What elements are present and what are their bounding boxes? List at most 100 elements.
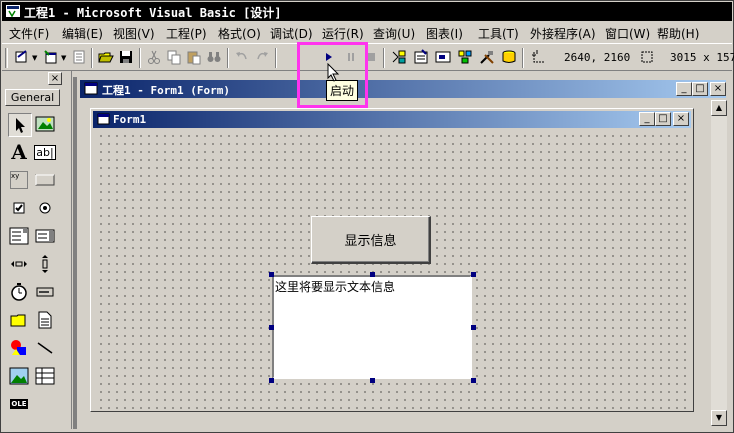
tool-frame[interactable]: xy <box>8 169 30 191</box>
tool-filelistbox[interactable] <box>34 309 56 331</box>
tool-listbox[interactable] <box>34 225 56 247</box>
form1-title-bar[interactable]: Form1 _ □ × <box>93 111 691 128</box>
form1-client-area[interactable]: 显示信息 这里将要显示文本信息 <box>95 130 689 409</box>
tool-line[interactable] <box>34 337 56 359</box>
menu-window[interactable]: 窗口(W) <box>605 25 650 42</box>
main-title-bar[interactable]: 工程1 - Microsoft Visual Basic [设计] <box>2 2 732 21</box>
menu-tools[interactable]: 工具(T) <box>478 25 519 42</box>
menu-format[interactable]: 格式(O) <box>218 25 261 42</box>
tool-combobox[interactable] <box>8 225 30 247</box>
tool-optionbutton[interactable] <box>34 197 56 219</box>
tool-hscrollbar[interactable] <box>8 253 30 275</box>
menu-run[interactable]: 运行(R) <box>322 25 364 42</box>
paste-icon <box>187 51 201 65</box>
tool-textbox[interactable]: ab| <box>34 141 56 163</box>
menu-view[interactable]: 视图(V) <box>113 25 155 42</box>
picturebox-icon <box>35 116 55 132</box>
designer-vertical-scrollbar[interactable]: ▲ ▼ <box>711 100 727 426</box>
checkbox-icon <box>13 202 25 214</box>
resize-handle-ne[interactable] <box>471 272 476 277</box>
toolbox-tab-general[interactable]: General <box>5 89 60 106</box>
scroll-up-button[interactable]: ▲ <box>711 100 727 116</box>
binoculars-icon <box>207 52 221 62</box>
resize-handle-w[interactable] <box>269 325 274 330</box>
info-textbox[interactable]: 这里将要显示文本信息 <box>272 275 472 379</box>
toolbar-separator <box>139 48 141 68</box>
resize-handle-n[interactable] <box>370 272 375 277</box>
tool-commandbutton[interactable] <box>34 169 56 191</box>
toolbox-button[interactable] <box>478 48 496 66</box>
menu-query[interactable]: 查询(U) <box>373 25 415 42</box>
database-icon <box>502 50 516 63</box>
label-icon: A <box>11 140 27 164</box>
data-view-button[interactable] <box>500 48 518 66</box>
resize-handle-e[interactable] <box>471 325 476 330</box>
form-layout-button[interactable] <box>434 48 452 66</box>
form1-window[interactable]: Form1 _ □ × 显示信息 这里将要显示文本信息 <box>90 108 694 412</box>
line-icon <box>37 342 53 354</box>
redo-button[interactable] <box>253 48 271 66</box>
undo-icon <box>236 52 247 60</box>
toolbar-grip[interactable] <box>5 48 8 68</box>
form-designer-icon <box>84 82 98 95</box>
designer-maximize-button[interactable]: □ <box>692 82 708 96</box>
tool-shape[interactable] <box>8 337 30 359</box>
tool-ole[interactable]: OLE <box>8 393 30 415</box>
tool-data[interactable] <box>34 365 56 387</box>
find-button[interactable] <box>205 48 223 66</box>
menu-edit[interactable]: 编辑(E) <box>62 25 103 42</box>
scroll-down-button[interactable]: ▼ <box>711 410 727 426</box>
tool-dirlistbox[interactable] <box>8 309 30 331</box>
resize-handle-nw[interactable] <box>269 272 274 277</box>
save-project-button[interactable] <box>117 48 135 66</box>
tool-vscrollbar[interactable] <box>34 253 56 275</box>
designer-close-button[interactable]: × <box>710 82 726 96</box>
form1-minimize-button[interactable]: _ <box>639 112 655 126</box>
menu-file[interactable]: 文件(F) <box>9 25 49 42</box>
dirlistbox-icon <box>10 314 26 327</box>
menu-editor-button[interactable] <box>70 48 88 66</box>
properties-window-button[interactable] <box>412 48 430 66</box>
form1-maximize-button[interactable]: □ <box>655 112 671 126</box>
menu-debug[interactable]: 调试(D) <box>270 25 313 42</box>
menu-diagram[interactable]: 图表(I) <box>426 25 463 42</box>
tool-label[interactable]: A <box>8 140 30 164</box>
project-explorer-button[interactable] <box>390 48 408 66</box>
resize-handle-sw[interactable] <box>269 378 274 383</box>
tool-picturebox[interactable] <box>34 113 56 135</box>
add-project-dropdown-icon[interactable]: ▼ <box>32 54 37 62</box>
menu-help[interactable]: 帮助(H) <box>657 25 699 42</box>
image-icon <box>9 367 29 385</box>
paste-button[interactable] <box>185 48 203 66</box>
menu-addins[interactable]: 外接程序(A) <box>530 25 596 42</box>
designer-title-bar[interactable]: 工程1 - Form1 (Form) _ □ × <box>80 80 726 98</box>
undo-button[interactable] <box>233 48 251 66</box>
tool-checkbox[interactable] <box>8 197 30 219</box>
ole-icon: OLE <box>10 399 28 409</box>
toolbar-separator <box>383 48 385 68</box>
resize-handle-se[interactable] <box>471 378 476 383</box>
cut-button[interactable] <box>145 48 163 66</box>
open-project-button[interactable] <box>97 48 115 66</box>
form-layout-icon <box>435 51 451 63</box>
designer-minimize-button[interactable]: _ <box>676 82 692 96</box>
listbox-icon <box>35 229 55 243</box>
tool-drivelistbox[interactable] <box>34 281 56 303</box>
add-form-dropdown-icon[interactable]: ▼ <box>61 54 66 62</box>
object-browser-button[interactable] <box>456 48 474 66</box>
resize-handle-s[interactable] <box>370 378 375 383</box>
project-explorer-icon <box>392 50 406 64</box>
add-project-button[interactable] <box>13 48 31 66</box>
menu-project[interactable]: 工程(P) <box>166 25 207 42</box>
form1-close-button[interactable]: × <box>673 112 689 126</box>
tool-timer[interactable] <box>8 281 30 303</box>
tool-image[interactable] <box>8 365 30 387</box>
object-browser-icon <box>458 50 472 64</box>
copy-button[interactable] <box>165 48 183 66</box>
redo-icon <box>257 52 268 60</box>
show-info-button[interactable]: 显示信息 <box>311 216 431 264</box>
add-form-button[interactable] <box>42 48 60 66</box>
tool-pointer[interactable] <box>8 113 32 137</box>
toolbox-close-button[interactable]: × <box>48 72 62 85</box>
toolbar-separator <box>522 48 524 68</box>
